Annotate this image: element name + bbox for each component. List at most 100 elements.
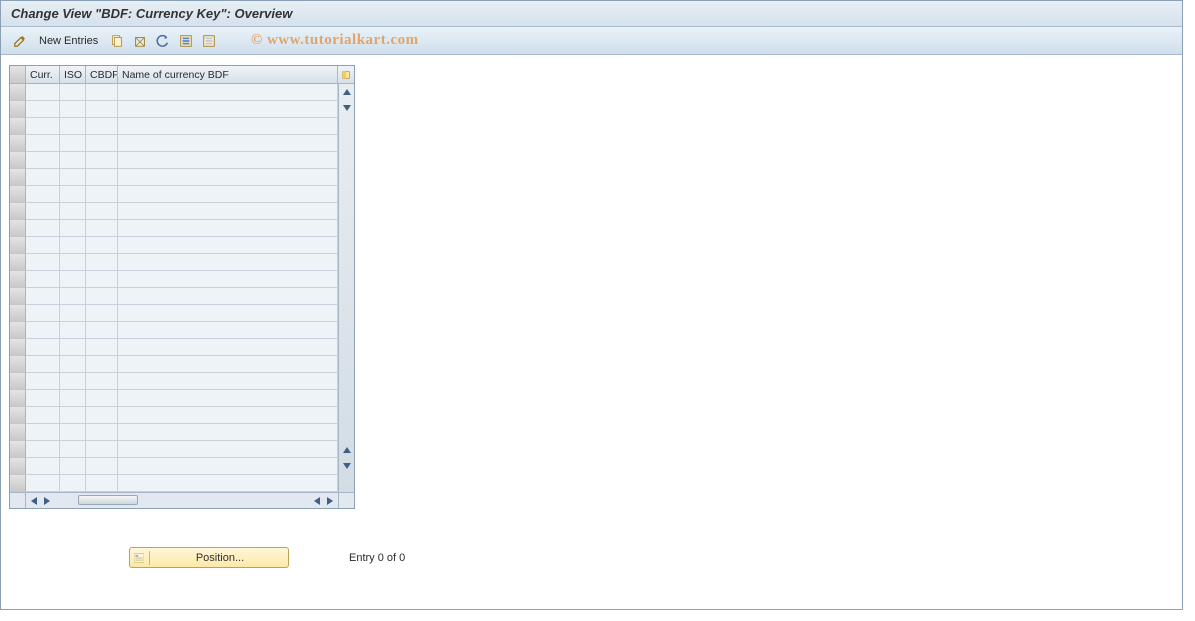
toggle-edit-button[interactable] [9,31,31,51]
cell-cbdf[interactable] [86,305,118,322]
cell-name[interactable] [118,118,338,135]
cell-iso[interactable] [60,220,86,237]
cell-curr[interactable] [26,84,60,101]
cell-name[interactable] [118,305,338,322]
row-selector[interactable] [10,305,26,322]
cell-curr[interactable] [26,203,60,220]
cell-iso[interactable] [60,441,86,458]
cell-cbdf[interactable] [86,186,118,203]
cell-name[interactable] [118,84,338,101]
cell-iso[interactable] [60,407,86,424]
row-selector[interactable] [10,203,26,220]
cell-curr[interactable] [26,458,60,475]
row-selector[interactable] [10,254,26,271]
cell-name[interactable] [118,475,338,492]
hscroll-track[interactable] [26,495,338,507]
scroll-left-step-button[interactable] [311,495,323,507]
row-selector[interactable] [10,237,26,254]
cell-iso[interactable] [60,135,86,152]
cell-curr[interactable] [26,152,60,169]
cell-iso[interactable] [60,186,86,203]
scroll-down-button[interactable] [340,459,354,473]
cell-iso[interactable] [60,458,86,475]
cell-iso[interactable] [60,254,86,271]
row-selector[interactable] [10,271,26,288]
cell-iso[interactable] [60,169,86,186]
cell-curr[interactable] [26,356,60,373]
cell-iso[interactable] [60,118,86,135]
row-selector[interactable] [10,220,26,237]
cell-curr[interactable] [26,101,60,118]
undo-button[interactable] [152,31,174,51]
cell-iso[interactable] [60,152,86,169]
cell-curr[interactable] [26,135,60,152]
cell-curr[interactable] [26,407,60,424]
cell-iso[interactable] [60,237,86,254]
cell-curr[interactable] [26,339,60,356]
cell-cbdf[interactable] [86,254,118,271]
cell-curr[interactable] [26,475,60,492]
cell-name[interactable] [118,254,338,271]
cell-cbdf[interactable] [86,288,118,305]
cell-curr[interactable] [26,305,60,322]
vertical-scrollbar[interactable] [338,84,354,492]
row-selector[interactable] [10,84,26,101]
cell-curr[interactable] [26,373,60,390]
select-all-button[interactable] [175,31,197,51]
delete-button[interactable] [129,31,151,51]
row-selector[interactable] [10,101,26,118]
scroll-left-button[interactable] [28,495,40,507]
cell-name[interactable] [118,203,338,220]
scroll-up-button[interactable] [340,85,354,99]
cell-iso[interactable] [60,203,86,220]
cell-name[interactable] [118,101,338,118]
cell-name[interactable] [118,237,338,254]
row-selector[interactable] [10,356,26,373]
hscroll-thumb[interactable] [78,495,138,505]
cell-name[interactable] [118,424,338,441]
cell-iso[interactable] [60,305,86,322]
row-selector[interactable] [10,322,26,339]
row-selector[interactable] [10,169,26,186]
cell-name[interactable] [118,220,338,237]
cell-name[interactable] [118,441,338,458]
cell-curr[interactable] [26,322,60,339]
cell-iso[interactable] [60,288,86,305]
cell-name[interactable] [118,135,338,152]
new-entries-button[interactable]: New Entries [32,31,105,51]
cell-name[interactable] [118,356,338,373]
cell-cbdf[interactable] [86,390,118,407]
cell-cbdf[interactable] [86,135,118,152]
row-selector[interactable] [10,475,26,492]
cell-name[interactable] [118,271,338,288]
cell-cbdf[interactable] [86,407,118,424]
cell-curr[interactable] [26,271,60,288]
cell-cbdf[interactable] [86,220,118,237]
cell-cbdf[interactable] [86,475,118,492]
cell-cbdf[interactable] [86,271,118,288]
cell-cbdf[interactable] [86,203,118,220]
cell-name[interactable] [118,407,338,424]
row-selector[interactable] [10,339,26,356]
cell-cbdf[interactable] [86,84,118,101]
cell-iso[interactable] [60,84,86,101]
row-selector-header[interactable] [10,66,26,83]
cell-cbdf[interactable] [86,356,118,373]
deselect-all-button[interactable] [198,31,220,51]
cell-name[interactable] [118,186,338,203]
cell-name[interactable] [118,322,338,339]
cell-name[interactable] [118,390,338,407]
cell-curr[interactable] [26,424,60,441]
cell-curr[interactable] [26,441,60,458]
cell-iso[interactable] [60,322,86,339]
table-settings-button[interactable] [338,66,354,83]
cell-cbdf[interactable] [86,373,118,390]
scroll-right-step-button[interactable] [41,495,53,507]
row-selector[interactable] [10,288,26,305]
cell-cbdf[interactable] [86,101,118,118]
cell-curr[interactable] [26,390,60,407]
cell-cbdf[interactable] [86,441,118,458]
horizontal-scrollbar[interactable] [10,492,354,508]
cell-cbdf[interactable] [86,118,118,135]
row-selector[interactable] [10,441,26,458]
